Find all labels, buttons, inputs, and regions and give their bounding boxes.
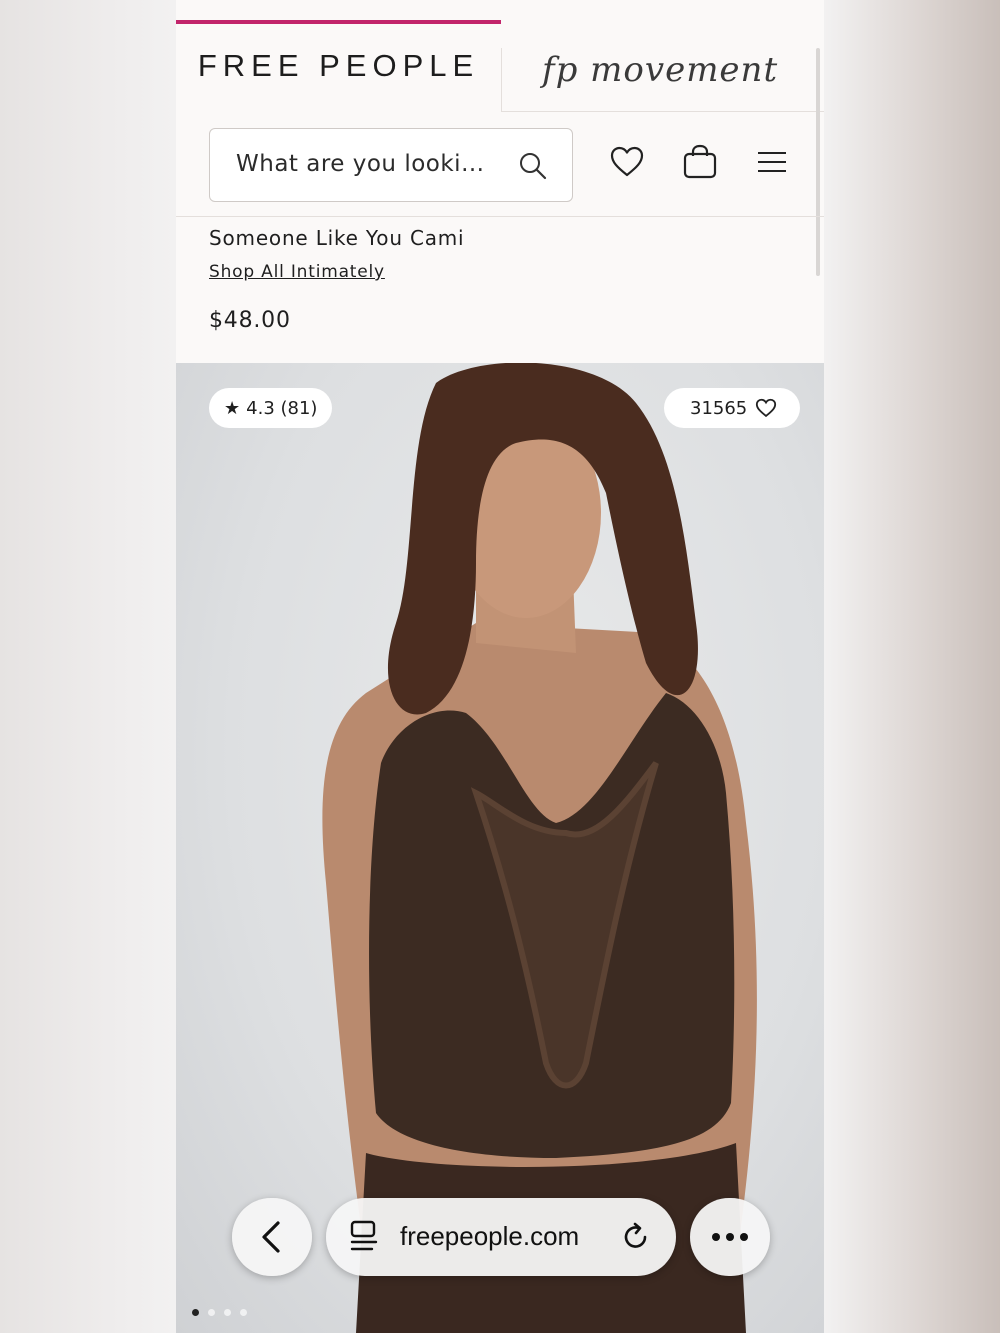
pagination-dot[interactable] <box>208 1309 215 1316</box>
reload-icon[interactable] <box>621 1222 651 1252</box>
product-title: Someone Like You Cami <box>209 226 465 250</box>
bag-icon[interactable] <box>682 144 718 180</box>
address-bar[interactable]: freepeople.com <box>326 1198 676 1276</box>
product-price: $48.00 <box>209 308 291 333</box>
heart-icon <box>756 398 777 418</box>
rating-value: 4.3 (81) <box>246 397 318 419</box>
pagination-dot[interactable] <box>240 1309 247 1316</box>
favorites-count: 31565 <box>690 397 748 419</box>
tab-free-people[interactable]: FREE PEOPLE <box>176 20 501 112</box>
favorites-badge[interactable]: 31565 <box>664 388 800 428</box>
page-scrollbar[interactable] <box>816 48 820 276</box>
product-image[interactable]: ★ 4.3 (81) 31565 <box>176 363 824 1333</box>
page-menu-icon[interactable] <box>348 1220 380 1254</box>
chevron-left-icon <box>262 1221 280 1253</box>
pagination-dot[interactable] <box>192 1309 199 1316</box>
search-placeholder: What are you looki... <box>236 151 485 177</box>
pagination-dot[interactable] <box>224 1309 231 1316</box>
back-button[interactable] <box>232 1198 312 1276</box>
tab-fp-movement[interactable]: fp movement <box>501 48 824 112</box>
category-link[interactable]: Shop All Intimately <box>209 262 385 282</box>
search-icon[interactable] <box>518 151 548 181</box>
heart-icon[interactable] <box>609 144 645 180</box>
more-icon <box>712 1233 748 1241</box>
header-divider <box>176 216 824 217</box>
more-button[interactable] <box>690 1198 770 1276</box>
rating-badge[interactable]: ★ 4.3 (81) <box>209 388 332 428</box>
brand-tabs: FREE PEOPLE fp movement <box>176 20 824 112</box>
free-people-logo: FREE PEOPLE <box>197 48 480 83</box>
star-icon: ★ <box>224 397 241 419</box>
phone-screen: FREE PEOPLE fp movement What are you loo… <box>176 0 824 1333</box>
menu-icon[interactable] <box>754 144 790 180</box>
fp-movement-logo: fp movement <box>542 50 779 90</box>
search-input[interactable]: What are you looki... <box>209 128 573 202</box>
url-text: freepeople.com <box>400 1221 580 1251</box>
image-pagination <box>192 1309 247 1316</box>
model-photo <box>322 363 757 1333</box>
